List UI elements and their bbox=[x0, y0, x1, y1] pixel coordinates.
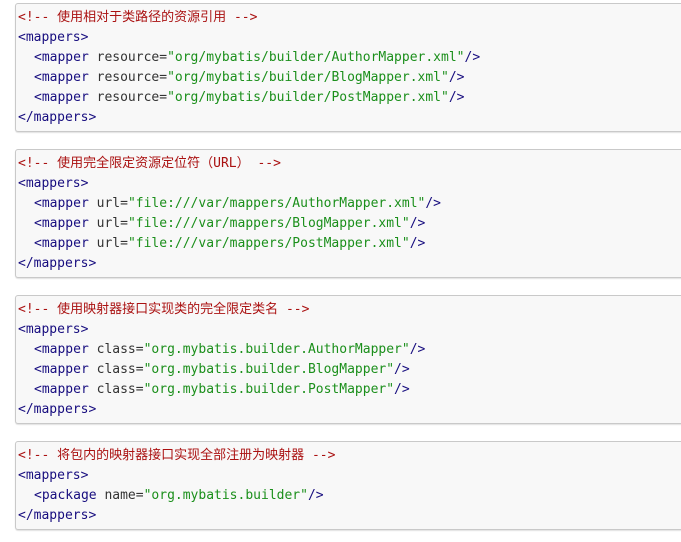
code-mapper-line: <mapper resource="org/mybatis/builder/Bl… bbox=[34, 70, 465, 85]
code-open-tag: <mappers> bbox=[18, 176, 89, 191]
code-close-tag: </mappers> bbox=[18, 508, 97, 523]
code-comment: <!-- 使用完全限定资源定位符（URL） --> bbox=[18, 156, 281, 171]
code-close-tag: </mappers> bbox=[18, 256, 97, 271]
code-block-resource: <!-- 使用相对于类路径的资源引用 --> <mappers> <mapper… bbox=[15, 3, 681, 132]
code-mapper-line: <mapper resource="org/mybatis/builder/Au… bbox=[34, 50, 481, 65]
code-mapper-line: <mapper class="org.mybatis.builder.PostM… bbox=[34, 382, 410, 397]
code-mapper-line: <mapper url="file:///var/mappers/PostMap… bbox=[34, 236, 426, 251]
code-open-tag: <mappers> bbox=[18, 322, 89, 337]
code-block-package: <!-- 将包内的映射器接口实现全部注册为映射器 --> <mappers> <… bbox=[15, 441, 681, 530]
code-block-url: <!-- 使用完全限定资源定位符（URL） --> <mappers> <map… bbox=[15, 149, 681, 278]
code-comment: <!-- 将包内的映射器接口实现全部注册为映射器 --> bbox=[18, 448, 336, 463]
code-open-tag: <mappers> bbox=[18, 30, 89, 45]
code-mapper-line: <mapper resource="org/mybatis/builder/Po… bbox=[34, 90, 465, 105]
code-block-class: <!-- 使用映射器接口实现类的完全限定类名 --> <mappers> <ma… bbox=[15, 295, 681, 424]
code-close-tag: </mappers> bbox=[18, 402, 97, 417]
code-package-line: <package name="org.mybatis.builder"/> bbox=[34, 488, 324, 503]
code-comment: <!-- 使用相对于类路径的资源引用 --> bbox=[18, 10, 258, 25]
code-comment: <!-- 使用映射器接口实现类的完全限定类名 --> bbox=[18, 302, 310, 317]
code-open-tag: <mappers> bbox=[18, 468, 89, 483]
code-mapper-line: <mapper url="file:///var/mappers/AuthorM… bbox=[34, 196, 442, 211]
code-mapper-line: <mapper url="file:///var/mappers/BlogMap… bbox=[34, 216, 426, 231]
code-close-tag: </mappers> bbox=[18, 110, 97, 125]
code-mapper-line: <mapper class="org.mybatis.builder.Autho… bbox=[34, 342, 426, 357]
code-mapper-line: <mapper class="org.mybatis.builder.BlogM… bbox=[34, 362, 410, 377]
